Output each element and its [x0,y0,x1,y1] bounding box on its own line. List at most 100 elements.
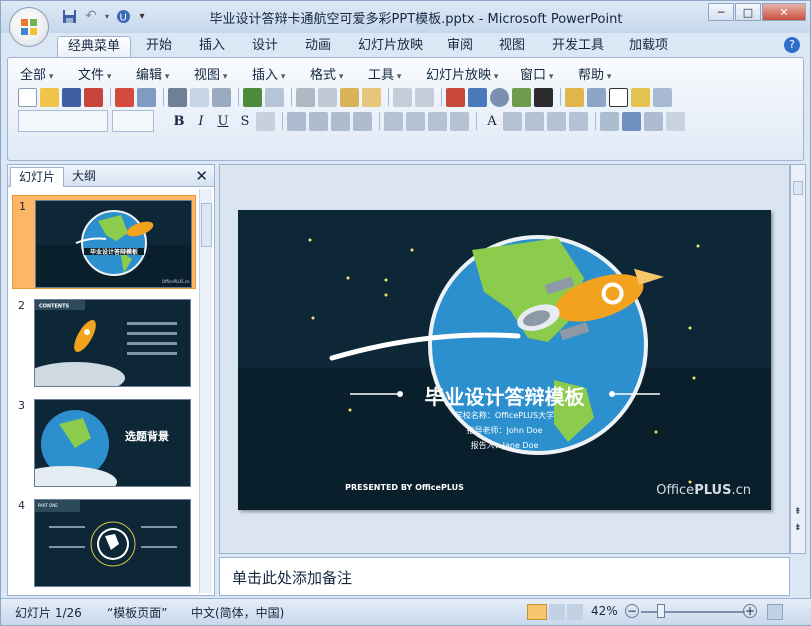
menu-edit[interactable]: 编辑 [136,64,169,83]
print-preview-icon[interactable] [190,87,209,107]
align-right-icon[interactable] [331,111,350,131]
italic-button[interactable]: I [190,114,212,129]
decrease-indent-icon[interactable] [547,111,566,131]
underline-button[interactable]: U [212,114,234,129]
slide-thumb-2[interactable]: 2 CONTENTS [12,295,196,389]
grow-font-icon[interactable] [503,111,522,131]
slide-thumb-4[interactable]: 4 PART ONE [12,495,196,589]
new-file-icon[interactable] [18,87,37,107]
tab-insert[interactable]: 插入 [189,36,235,57]
close-pane-icon[interactable]: ✕ [195,167,208,185]
close-button[interactable]: ✕ [762,3,806,21]
layout-icon[interactable] [587,87,606,107]
print-icon[interactable] [168,87,187,107]
notes-pane[interactable]: 单击此处添加备注 [219,557,790,596]
font-size-select[interactable] [112,110,154,132]
help-icon[interactable]: ? [784,37,800,53]
tab-slideshow[interactable]: 幻灯片放映 [348,36,433,57]
current-slide[interactable]: 毕业设计答辩模板 学校名称：OfficePLUS大学 指导老师：John Doe… [238,210,771,510]
font-color-button[interactable]: A [481,114,503,129]
numbering-icon[interactable] [428,111,447,131]
spelling-icon[interactable] [243,87,262,107]
picture-icon[interactable] [512,87,531,107]
zoom-in-icon[interactable]: + [743,604,757,618]
tab-developer[interactable]: 开发工具 [542,36,614,57]
redo-icon[interactable]: U [113,7,133,25]
page-setup-icon[interactable] [212,87,231,107]
new-slide-icon[interactable] [565,87,584,107]
tab-review[interactable]: 审阅 [437,36,483,57]
open-icon[interactable] [631,87,650,107]
menu-file[interactable]: 文件 [78,64,111,83]
redo-icon[interactable] [415,87,434,107]
shadow-button[interactable]: S [234,114,256,129]
fit-to-window-icon[interactable] [767,604,783,620]
menu-window[interactable]: 窗口 [520,64,553,83]
zoom-slider-thumb[interactable] [657,604,665,618]
scroll-thumb[interactable] [793,181,803,195]
editor-scrollbar[interactable]: ⇞ ⇟ [790,164,806,554]
shrink-font-icon[interactable] [525,111,544,131]
tab-design[interactable]: 设计 [242,36,288,57]
font-name-select[interactable] [18,110,108,132]
tab-home[interactable]: 开始 [136,36,182,57]
permission-icon[interactable] [115,87,134,107]
menu-format[interactable]: 格式 [310,64,343,83]
justify-icon[interactable] [353,111,372,131]
slideshow-view-icon[interactable] [567,604,583,620]
menu-help[interactable]: 帮助 [578,64,611,83]
tab-slides[interactable]: 幻灯片 [10,167,65,187]
save-icon[interactable] [62,87,81,107]
zoom-out-icon[interactable]: − [625,604,639,618]
tab-animation[interactable]: 动画 [295,36,341,57]
research-icon[interactable] [265,87,284,107]
textbox-icon[interactable] [609,87,628,107]
next-slide-icon[interactable]: ⇟ [794,523,802,534]
menu-view[interactable]: 视图 [194,64,227,83]
cut-icon[interactable] [296,87,315,107]
text-direction-icon[interactable] [406,111,425,131]
normal-view-icon[interactable] [527,604,547,620]
slide-thumb-1[interactable]: 1 毕业设计答辩模板 OfficePLUS.cn [12,195,196,289]
clipart-icon[interactable] [490,87,509,107]
quick-styles-icon[interactable] [644,111,663,131]
undo-dropdown-icon[interactable]: ▾ [103,7,111,25]
table-icon[interactable] [468,87,487,107]
menu-insert[interactable]: 插入 [252,64,285,83]
tab-classic-menu[interactable]: 经典菜单 [57,36,132,57]
chart-icon[interactable] [446,87,465,107]
prev-slide-icon[interactable]: ⇞ [794,507,802,518]
increase-indent-icon[interactable] [569,111,588,131]
paste-icon[interactable] [340,87,359,107]
maximize-button[interactable]: □ [735,3,761,21]
shapes-icon[interactable] [600,111,619,131]
undo-icon[interactable] [393,87,412,107]
tab-outline[interactable]: 大纲 [64,167,104,187]
save-as-pdf-icon[interactable] [84,87,103,107]
slide-sorter-icon[interactable] [549,604,565,620]
find-icon[interactable] [653,87,672,107]
columns-icon[interactable] [384,111,403,131]
zoom-level[interactable]: 42% [591,604,618,618]
menu-all[interactable]: 全部 [20,64,53,83]
save-icon[interactable] [59,7,79,25]
scroll-thumb[interactable] [201,203,212,247]
align-left-icon[interactable] [287,111,306,131]
minimize-button[interactable]: ─ [708,3,734,21]
bullets-icon[interactable] [450,111,469,131]
open-folder-icon[interactable] [40,87,59,107]
thumbs-scrollbar[interactable] [199,189,212,593]
undo-icon[interactable]: ↶ [81,7,101,25]
menu-slideshow[interactable]: 幻灯片放映 [426,64,498,83]
menu-tools[interactable]: 工具 [368,64,401,83]
publish-icon[interactable] [137,87,156,107]
slide-title[interactable]: 毕业设计答辩模板 [238,381,771,410]
office-button[interactable] [9,7,49,47]
color-grayscale-icon[interactable] [534,87,553,107]
align-center-icon[interactable] [309,111,328,131]
tab-view[interactable]: 视图 [489,36,535,57]
bold-button[interactable]: B [168,114,190,129]
copy-icon[interactable] [318,87,337,107]
shape-fill-icon[interactable] [666,111,685,131]
tab-addins[interactable]: 加载项 [619,36,678,57]
